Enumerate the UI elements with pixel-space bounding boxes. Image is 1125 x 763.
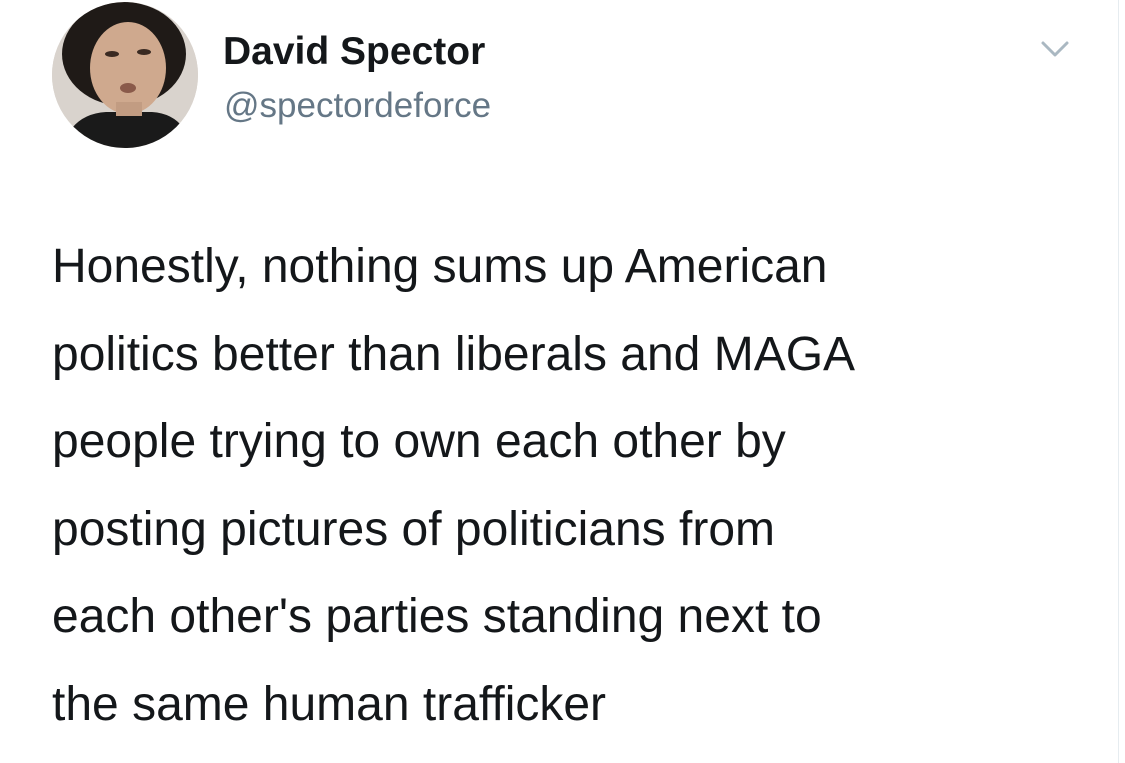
tweet-text: Honestly, nothing sums up American polit… <box>52 223 1092 748</box>
tweet-text-line: people trying to own each other by <box>52 415 786 468</box>
tweet-text-line: posting pictures of politicians from <box>52 502 775 556</box>
divider <box>1118 0 1119 763</box>
avatar[interactable] <box>52 2 198 148</box>
tweet-text-line: Honestly, nothing sums up American <box>52 240 828 293</box>
tweet-text-line: the same human trafficker <box>52 677 607 731</box>
tweet-text-line: politics better than liberals and MAGA <box>52 327 856 381</box>
display-name[interactable]: David Spector <box>223 30 485 74</box>
tweet-card: David Spector @spectordeforce Honestly, … <box>0 0 1125 763</box>
tweet-text-line: each other's parties standing next to <box>52 590 822 643</box>
user-handle[interactable]: @spectordeforce <box>224 86 491 126</box>
profile-photo-icon <box>52 2 198 148</box>
chevron-down-icon[interactable] <box>1035 34 1075 64</box>
